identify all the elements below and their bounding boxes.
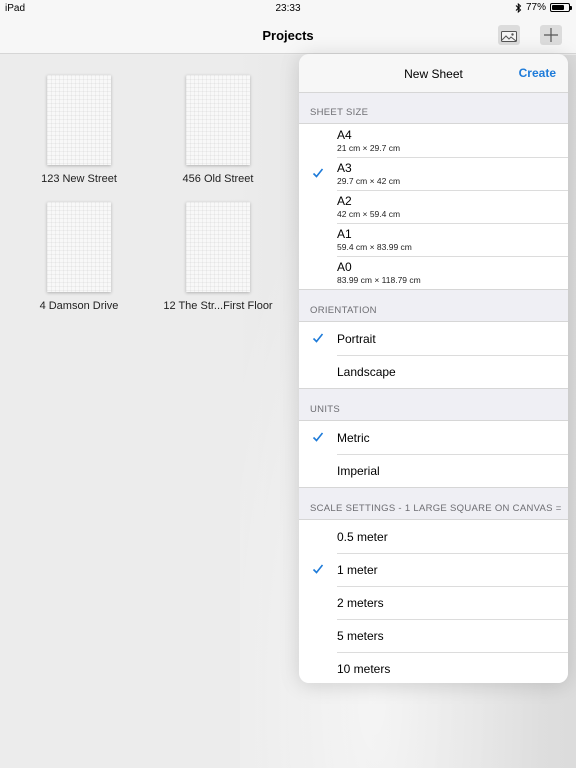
project-label: 12 The Str...First Floor [163, 300, 273, 312]
project-label: 4 Damson Drive [39, 300, 119, 312]
create-button[interactable]: Create [519, 66, 556, 80]
orientation-group: Portrait Landscape [299, 321, 568, 389]
bluetooth-icon [515, 2, 522, 13]
status-time: 23:33 [275, 3, 301, 14]
sheet-size-option-a4[interactable]: A4 21 cm × 29.7 cm [299, 124, 568, 157]
project-thumbnail[interactable] [47, 75, 111, 165]
orientation-label: Portrait [337, 332, 376, 346]
project-tile[interactable]: 12 The Str...First Floor [148, 202, 288, 312]
checkmark-icon [312, 564, 324, 574]
scale-option-10-meters[interactable]: 10 meters [299, 652, 568, 683]
battery-nub [570, 6, 572, 10]
section-header-units: UNITS [310, 404, 340, 415]
sheet-size-option-a2[interactable]: A2 42 cm × 59.4 cm [299, 190, 568, 223]
sheet-size-dimensions: 83.99 cm × 118.79 cm [337, 275, 421, 285]
page-title: Projects [262, 28, 314, 43]
checkmark-icon [312, 432, 324, 442]
new-sheet-popover: New Sheet Create SHEET SIZE A4 21 cm × 2… [299, 54, 568, 683]
units-option-metric[interactable]: Metric [299, 421, 568, 454]
scale-label: 1 meter [337, 563, 378, 577]
battery-fill [552, 5, 565, 10]
sheet-size-group: A4 21 cm × 29.7 cm A3 29.7 cm × 42 cm A2… [299, 123, 568, 290]
section-header-sheet-size: SHEET SIZE [310, 107, 369, 118]
scale-label: 2 meters [337, 596, 384, 610]
units-label: Imperial [337, 464, 380, 478]
plus-icon [544, 28, 558, 42]
project-label: 456 Old Street [182, 173, 254, 185]
units-group: Metric Imperial [299, 420, 568, 488]
status-right-group: 77% [515, 2, 572, 13]
project-tile[interactable]: 123 New Street [9, 75, 149, 185]
sheet-size-label: A2 [337, 194, 352, 208]
sheet-size-label: A4 [337, 128, 352, 142]
section-header-scale: SCALE SETTINGS - 1 LARGE SQUARE ON CANVA… [310, 503, 562, 514]
units-label: Metric [337, 431, 370, 445]
sheet-size-option-a3[interactable]: A3 29.7 cm × 42 cm [299, 157, 568, 190]
scale-label: 0.5 meter [337, 530, 388, 544]
checkmark-icon [312, 168, 324, 178]
orientation-option-portrait[interactable]: Portrait [299, 322, 568, 355]
scale-option-0-5-meter[interactable]: 0.5 meter [299, 520, 568, 553]
section-header-orientation: ORIENTATION [310, 305, 377, 316]
scale-label: 5 meters [337, 629, 384, 643]
sheet-size-label: A0 [337, 260, 352, 274]
project-tile[interactable]: 4 Damson Drive [9, 202, 149, 312]
checkmark-icon [312, 333, 324, 343]
sheet-size-label: A3 [337, 161, 352, 175]
battery-percent: 77% [525, 2, 546, 13]
sheet-size-option-a1[interactable]: A1 59.4 cm × 83.99 cm [299, 223, 568, 256]
status-bar: iPad 23:33 77% [0, 0, 576, 16]
sheet-size-label: A1 [337, 227, 352, 241]
scale-option-5-meters[interactable]: 5 meters [299, 619, 568, 652]
sheet-size-dimensions: 21 cm × 29.7 cm [337, 143, 401, 153]
sheet-size-dimensions: 59.4 cm × 83.99 cm [337, 242, 412, 252]
add-project-button[interactable] [540, 25, 562, 45]
orientation-label: Landscape [337, 365, 396, 379]
photo-folder-button[interactable] [498, 25, 520, 45]
project-tile[interactable]: 456 Old Street [148, 75, 288, 185]
project-thumbnail[interactable] [47, 202, 111, 292]
navigation-bar: Projects [0, 16, 576, 54]
orientation-option-landscape[interactable]: Landscape [299, 355, 568, 388]
sheet-size-dimensions: 42 cm × 59.4 cm [337, 209, 401, 219]
scale-option-2-meters[interactable]: 2 meters [299, 586, 568, 619]
project-label: 123 New Street [41, 173, 117, 185]
popover-header: New Sheet Create [299, 54, 568, 93]
scale-group: 0.5 meter 1 meter 2 meters 5 meters 10 m… [299, 519, 568, 683]
sheet-size-dimensions: 29.7 cm × 42 cm [337, 176, 401, 186]
sheet-size-option-a0[interactable]: A0 83.99 cm × 118.79 cm [299, 256, 568, 289]
scale-label: 10 meters [337, 662, 391, 676]
photo-folder-icon [501, 30, 517, 42]
battery-icon [550, 3, 572, 12]
scale-option-1-meter[interactable]: 1 meter [299, 553, 568, 586]
project-thumbnail[interactable] [186, 75, 250, 165]
units-option-imperial[interactable]: Imperial [299, 454, 568, 487]
project-thumbnail[interactable] [186, 202, 250, 292]
